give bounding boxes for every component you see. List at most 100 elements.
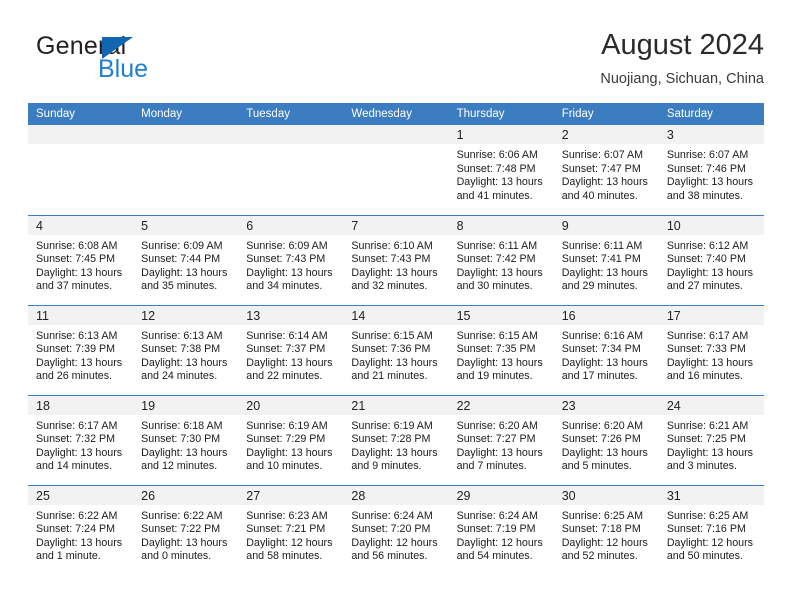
day-details: Sunrise: 6:07 AM Sunset: 7:46 PM Dayligh…: [659, 144, 764, 203]
day-cell: 20 Sunrise: 6:19 AM Sunset: 7:29 PM Dayl…: [238, 394, 344, 485]
day-cell: 27 Sunrise: 6:23 AM Sunset: 7:21 PM Dayl…: [238, 484, 344, 575]
sunset-text: Sunset: 7:18 PM: [561, 523, 641, 536]
day-details: Sunrise: 6:12 AM Sunset: 7:40 PM Dayligh…: [659, 235, 764, 294]
daylight-text-line1: Daylight: 13 hours: [351, 266, 438, 279]
sunset-text: Sunset: 7:47 PM: [561, 162, 641, 175]
day-number: 16: [553, 305, 659, 325]
day-number: 15: [448, 305, 554, 325]
day-details: Sunrise: 6:24 AM Sunset: 7:19 PM Dayligh…: [449, 505, 554, 564]
day-number: 1: [448, 125, 554, 144]
day-cell: [133, 125, 239, 215]
day-number: 9: [553, 215, 659, 235]
sunrise-text: Sunrise: 6:07 AM: [561, 149, 644, 161]
daylight-text-line2: and 50 minutes.: [666, 550, 743, 563]
daylight-text-line2: and 41 minutes.: [456, 189, 533, 202]
sunset-text: Sunset: 7:48 PM: [456, 162, 536, 175]
day-number: 4: [28, 215, 134, 235]
day-details: Sunrise: 6:17 AM Sunset: 7:33 PM Dayligh…: [659, 325, 764, 384]
sunset-text: Sunset: 7:43 PM: [246, 253, 326, 266]
day-cell: 9 Sunrise: 6:11 AM Sunset: 7:41 PM Dayli…: [553, 214, 659, 305]
calendar-body: 1 Sunrise: 6:06 AM Sunset: 7:48 PM Dayli…: [28, 125, 764, 575]
daylight-text-line2: and 12 minutes.: [141, 460, 218, 473]
daylight-text-line1: Daylight: 13 hours: [351, 446, 438, 459]
page-title: August 2024: [601, 29, 764, 61]
sunset-text: Sunset: 7:30 PM: [141, 433, 221, 446]
day-number: 10: [658, 215, 764, 235]
daylight-text-line2: and 10 minutes.: [246, 460, 323, 473]
day-number: 5: [133, 215, 239, 235]
sunset-text: Sunset: 7:46 PM: [666, 162, 746, 175]
day-cell: 2 Sunrise: 6:07 AM Sunset: 7:47 PM Dayli…: [553, 125, 659, 215]
sunset-text: Sunset: 7:25 PM: [666, 433, 746, 446]
sunrise-text: Sunrise: 6:19 AM: [246, 419, 328, 432]
sunset-text: Sunset: 7:39 PM: [36, 343, 116, 356]
sunset-text: Sunset: 7:44 PM: [141, 253, 221, 266]
day-cell: [28, 125, 134, 215]
sunset-text: Sunset: 7:36 PM: [351, 343, 431, 356]
daylight-text-line2: and 9 minutes.: [351, 460, 422, 473]
day-number: 28: [343, 485, 449, 505]
day-cell: 29 Sunrise: 6:24 AM Sunset: 7:19 PM Dayl…: [448, 484, 554, 575]
day-details: Sunrise: 6:22 AM Sunset: 7:22 PM Dayligh…: [133, 505, 238, 564]
day-cell: 21 Sunrise: 6:19 AM Sunset: 7:28 PM Dayl…: [343, 394, 449, 485]
day-number: 12: [133, 305, 239, 325]
sunrise-text: Sunrise: 6:09 AM: [141, 239, 223, 252]
daylight-text-line1: Daylight: 13 hours: [456, 446, 543, 459]
day-details: Sunrise: 6:18 AM Sunset: 7:30 PM Dayligh…: [133, 415, 238, 474]
day-number: 6: [238, 215, 344, 235]
day-cell: 13 Sunrise: 6:14 AM Sunset: 7:37 PM Dayl…: [238, 304, 344, 395]
daylight-text-line1: Daylight: 13 hours: [141, 266, 228, 279]
daylight-text-line1: Daylight: 13 hours: [36, 356, 123, 369]
daylight-text-line2: and 19 minutes.: [456, 370, 533, 383]
sunrise-text: Sunrise: 6:17 AM: [36, 419, 118, 432]
day-cell: 14 Sunrise: 6:15 AM Sunset: 7:36 PM Dayl…: [343, 304, 449, 395]
sunrise-text: Sunrise: 6:11 AM: [561, 239, 643, 252]
day-cell: 19 Sunrise: 6:18 AM Sunset: 7:30 PM Dayl…: [133, 394, 239, 485]
day-details: [28, 144, 133, 149]
day-number: 14: [343, 305, 449, 325]
day-details: Sunrise: 6:23 AM Sunset: 7:21 PM Dayligh…: [238, 505, 343, 564]
sunrise-text: Sunrise: 6:23 AM: [246, 509, 328, 522]
sunset-text: Sunset: 7:29 PM: [246, 433, 326, 446]
daylight-text-line2: and 1 minute.: [36, 550, 101, 563]
day-cell: 11 Sunrise: 6:13 AM Sunset: 7:39 PM Dayl…: [28, 304, 134, 395]
daylight-text-line2: and 0 minutes.: [141, 550, 212, 563]
daylight-text-line2: and 26 minutes.: [36, 370, 113, 383]
day-details: [343, 144, 448, 149]
daylight-text-line1: Daylight: 13 hours: [141, 446, 228, 459]
day-details: Sunrise: 6:20 AM Sunset: 7:26 PM Dayligh…: [554, 415, 659, 474]
daylight-text-line2: and 7 minutes.: [456, 460, 527, 473]
calendar-week-row: 25 Sunrise: 6:22 AM Sunset: 7:24 PM Dayl…: [28, 484, 764, 575]
sunset-text: Sunset: 7:22 PM: [141, 523, 221, 536]
day-number: [133, 125, 239, 144]
day-cell: 10 Sunrise: 6:12 AM Sunset: 7:40 PM Dayl…: [658, 214, 764, 305]
sunrise-text: Sunrise: 6:13 AM: [141, 329, 223, 342]
day-number: 25: [28, 485, 134, 505]
day-cell: 31 Sunrise: 6:25 AM Sunset: 7:16 PM Dayl…: [658, 484, 764, 575]
daylight-text-line1: Daylight: 13 hours: [561, 356, 648, 369]
day-details: Sunrise: 6:24 AM Sunset: 7:20 PM Dayligh…: [343, 505, 448, 564]
daylight-text-line1: Daylight: 12 hours: [456, 536, 543, 549]
day-cell: 1 Sunrise: 6:06 AM Sunset: 7:48 PM Dayli…: [448, 125, 554, 215]
daylight-text-line1: Daylight: 12 hours: [351, 536, 438, 549]
day-number: 27: [238, 485, 344, 505]
day-number: 23: [553, 395, 659, 415]
daylight-text-line2: and 38 minutes.: [666, 189, 743, 202]
weekday-header-wednesday: Wednesday: [343, 103, 449, 125]
page-subtitle: Nuojiang, Sichuan, China: [600, 71, 764, 87]
sunrise-text: Sunrise: 6:16 AM: [561, 329, 644, 342]
day-cell: 3 Sunrise: 6:07 AM Sunset: 7:46 PM Dayli…: [658, 125, 764, 215]
day-cell: 6 Sunrise: 6:09 AM Sunset: 7:43 PM Dayli…: [238, 214, 344, 305]
daylight-text-line1: Daylight: 13 hours: [666, 446, 753, 459]
day-cell: 7 Sunrise: 6:10 AM Sunset: 7:43 PM Dayli…: [343, 214, 449, 305]
daylight-text-line1: Daylight: 12 hours: [561, 536, 648, 549]
weekday-header-saturday: Saturday: [658, 103, 764, 125]
sunrise-text: Sunrise: 6:11 AM: [456, 239, 538, 252]
sunrise-text: Sunrise: 6:08 AM: [36, 239, 118, 252]
day-cell: 30 Sunrise: 6:25 AM Sunset: 7:18 PM Dayl…: [553, 484, 659, 575]
day-cell: 28 Sunrise: 6:24 AM Sunset: 7:20 PM Dayl…: [343, 484, 449, 575]
daylight-text-line2: and 32 minutes.: [351, 280, 428, 293]
daylight-text-line2: and 21 minutes.: [351, 370, 428, 383]
logo-text-blue: Blue: [98, 55, 149, 83]
day-number: 2: [553, 125, 659, 144]
